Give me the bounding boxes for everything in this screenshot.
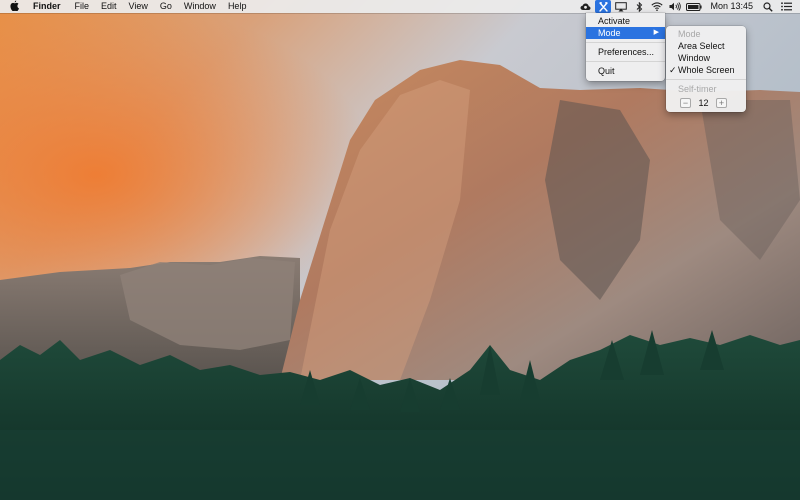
menu-bar: Finder File Edit View Go Window Help Mon… xyxy=(0,0,800,13)
airplay-icon[interactable] xyxy=(613,0,629,13)
submenu-arrow-icon: ▶ xyxy=(653,29,659,36)
battery-icon[interactable] xyxy=(685,0,703,13)
wifi-icon[interactable] xyxy=(649,0,665,13)
app-status-icon[interactable] xyxy=(595,0,612,13)
submenu-item-whole-screen[interactable]: ✓ Whole Screen xyxy=(666,64,746,76)
mode-section-header: Mode xyxy=(678,29,701,39)
menu-item-quit[interactable]: Quit xyxy=(586,65,665,77)
volume-icon[interactable] xyxy=(667,0,683,13)
timer-value[interactable]: 12 xyxy=(691,98,716,108)
menu-separator xyxy=(586,42,665,43)
notification-center-icon[interactable] xyxy=(778,0,794,13)
timer-decrement-button[interactable]: − xyxy=(680,98,691,108)
menu-go[interactable]: Go xyxy=(154,0,178,13)
spotlight-search-icon[interactable] xyxy=(760,0,776,13)
submenu-item-window[interactable]: Window xyxy=(666,52,746,64)
app-menu-finder[interactable]: Finder xyxy=(27,0,69,13)
bluetooth-icon[interactable] xyxy=(631,0,647,13)
menubar-clock[interactable]: Mon 13:45 xyxy=(704,0,759,13)
status-area: Mon 13:45 xyxy=(576,0,800,13)
menu-item-mode-label: Mode xyxy=(598,28,621,38)
creative-cloud-icon[interactable] xyxy=(577,0,593,13)
submenu-item-area-select[interactable]: Area Select xyxy=(666,40,746,52)
menu-window[interactable]: Window xyxy=(178,0,222,13)
menu-item-activate[interactable]: Activate xyxy=(586,15,665,27)
mode-submenu: Mode Area Select Window ✓ Whole Screen S… xyxy=(666,26,746,112)
menu-help[interactable]: Help xyxy=(222,0,253,13)
menu-item-mode[interactable]: Mode ▶ xyxy=(586,27,665,39)
self-timer-stepper: − 12 + xyxy=(666,96,746,110)
submenu-separator xyxy=(666,79,746,80)
status-app-menu: Activate Mode ▶ Preferences... Quit xyxy=(586,13,665,81)
menu-file[interactable]: File xyxy=(69,0,96,13)
apple-menu-icon[interactable] xyxy=(0,0,27,13)
self-timer-header: Self-timer xyxy=(678,84,717,94)
menu-item-preferences[interactable]: Preferences... xyxy=(586,46,665,58)
timer-increment-button[interactable]: + xyxy=(716,98,727,108)
menu-separator xyxy=(586,61,665,62)
menu-view[interactable]: View xyxy=(123,0,154,13)
checkmark-icon: ✓ xyxy=(669,65,677,75)
menu-edit[interactable]: Edit xyxy=(95,0,123,13)
submenu-item-whole-screen-label: Whole Screen xyxy=(678,65,735,75)
